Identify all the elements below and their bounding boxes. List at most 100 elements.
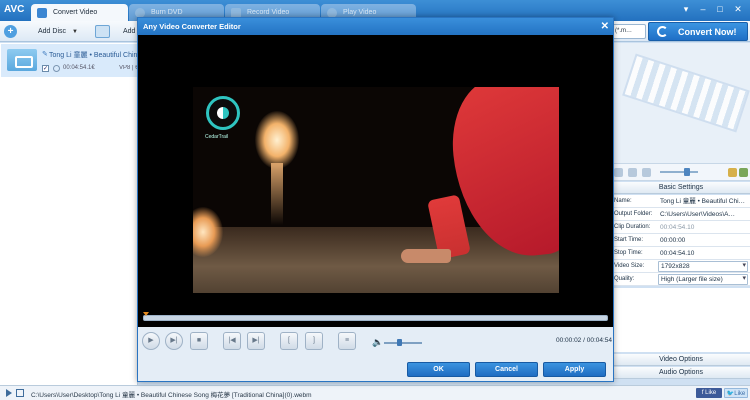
settings-value[interactable]: C:\Users\User\Videos\A… bbox=[658, 208, 748, 221]
seek-marker[interactable] bbox=[143, 312, 150, 316]
mark-in-button[interactable]: [ bbox=[280, 332, 298, 350]
chevron-down-icon[interactable]: ▼ bbox=[72, 29, 78, 35]
settings-row[interactable]: Stop Time: 00:04:54.10 bbox=[612, 247, 750, 260]
video-thumbnail bbox=[7, 49, 37, 71]
current-time: 00:00:02 bbox=[556, 337, 582, 344]
settings-value[interactable]: 00:04:54.10 bbox=[658, 221, 748, 234]
channel-logo bbox=[206, 96, 240, 130]
video-preview[interactable]: CedarTrail bbox=[138, 35, 613, 327]
dialog-close-icon[interactable]: ✕ bbox=[601, 18, 609, 35]
clock-icon bbox=[53, 65, 60, 72]
volume-knob[interactable] bbox=[397, 339, 403, 346]
settings-row[interactable]: Video Size: 1792x828 ▾ bbox=[612, 260, 750, 273]
volume-slider[interactable] bbox=[384, 342, 422, 344]
editor-dialog: Any Video Converter Editor ✕ CedarTrail … bbox=[137, 17, 614, 382]
settings-row[interactable]: Output Folder: C:\Users\User\Videos\A… bbox=[612, 208, 750, 221]
ok-button[interactable]: OK bbox=[407, 362, 470, 377]
basic-settings-header[interactable]: Basic Settings bbox=[612, 182, 750, 194]
file-title: Tong Li 童麗 • Beautiful Chinese Song bbox=[49, 52, 137, 59]
settings-value[interactable]: 00:00:00 bbox=[658, 234, 748, 247]
video-frame: CedarTrail bbox=[193, 87, 559, 293]
stop-icon[interactable] bbox=[16, 389, 24, 397]
time-readout: 00:00:02 / 00:04:54 bbox=[556, 337, 612, 344]
menu-dropdown-icon[interactable]: ▾ bbox=[680, 4, 692, 14]
convert-now-label: Convert Now! bbox=[678, 26, 737, 37]
settings-select[interactable]: 1792x828 bbox=[658, 261, 748, 272]
dancer-foot bbox=[401, 249, 451, 263]
add-video-label: Add bbox=[123, 28, 136, 35]
twitter-like-label: Like bbox=[734, 391, 746, 397]
candle-glow bbox=[255, 111, 299, 169]
tab-label: Play Video bbox=[343, 9, 377, 16]
folder-icon[interactable] bbox=[628, 168, 637, 177]
settings-label: Video Size: bbox=[614, 263, 645, 269]
tab-convert-video[interactable]: Convert Video bbox=[31, 4, 128, 21]
settings-label: Start Time: bbox=[614, 237, 644, 243]
file-duration: 00:04:54.1€ bbox=[63, 65, 95, 71]
add-disc-label: Add Disc bbox=[38, 28, 67, 35]
snapshot-icon[interactable] bbox=[614, 168, 623, 177]
tools-icon[interactable] bbox=[739, 168, 748, 177]
settings-row[interactable]: Clip Duration: 00:04:54.10 bbox=[612, 221, 750, 234]
tab-label: Burn DVD bbox=[151, 9, 183, 16]
play-icon bbox=[327, 7, 337, 18]
close-icon[interactable]: ✕ bbox=[732, 4, 744, 14]
seek-bar[interactable] bbox=[143, 315, 608, 321]
channel-watermark: CedarTrail bbox=[205, 134, 229, 140]
mark-out-button[interactable]: ] bbox=[305, 332, 323, 350]
maximize-icon[interactable]: □ bbox=[714, 4, 726, 14]
settings-row[interactable]: Quality: High (Larger file size) ▾ bbox=[612, 273, 750, 286]
cancel-button[interactable]: Cancel bbox=[475, 362, 538, 377]
clip-button[interactable]: ≡ bbox=[338, 332, 356, 350]
chevron-down-icon[interactable]: ▾ bbox=[742, 274, 746, 282]
record-icon bbox=[231, 7, 241, 18]
volume-icon[interactable]: 🔈 bbox=[372, 337, 383, 348]
apply-button[interactable]: Apply bbox=[543, 362, 606, 377]
edit-icon[interactable]: ✎ bbox=[42, 50, 48, 58]
settings-label: Clip Duration: bbox=[614, 224, 651, 230]
list-item[interactable]: ✎ Tong Li 童麗 • Beautiful Chinese Song ✓ … bbox=[1, 44, 138, 77]
settings-label: Name: bbox=[614, 198, 632, 204]
audio-options-header[interactable]: Audio Options bbox=[612, 367, 750, 379]
settings-row[interactable]: Start Time: 00:00:00 bbox=[612, 234, 750, 247]
file-checkbox[interactable]: ✓ bbox=[42, 65, 49, 72]
settings-icon[interactable] bbox=[728, 168, 737, 177]
add-disc-button[interactable]: + Add Disc ▼ bbox=[4, 23, 78, 40]
preview-panel bbox=[612, 43, 750, 163]
settings-label: Quality: bbox=[614, 276, 635, 282]
play-button[interactable]: ▶ bbox=[142, 332, 160, 350]
preview-volume-knob[interactable] bbox=[684, 168, 690, 176]
status-bar: C:\Users\User\Desktop\Tong Li 童麗 • Beaut… bbox=[0, 385, 750, 400]
stop-icon[interactable] bbox=[642, 168, 651, 177]
facebook-like-button[interactable]: f Like bbox=[696, 388, 722, 398]
file-list: ✎ Tong Li 童麗 • Beautiful Chinese Song ✓ … bbox=[0, 43, 138, 385]
play-step-button[interactable]: ▶| bbox=[165, 332, 183, 350]
minimize-icon[interactable]: – bbox=[697, 4, 709, 14]
preview-volume-track[interactable] bbox=[660, 171, 698, 173]
settings-select[interactable]: High (Larger file size) bbox=[658, 274, 748, 285]
output-profile-select[interactable]: (*.m… bbox=[612, 24, 646, 39]
add-video-icon bbox=[95, 25, 110, 38]
candle-stem bbox=[271, 163, 283, 225]
twitter-like-button[interactable]: 🐦Like bbox=[724, 388, 748, 398]
dialog-title: Any Video Converter Editor bbox=[143, 22, 241, 31]
settings-label: Stop Time: bbox=[614, 250, 643, 256]
stop-button[interactable]: ■ bbox=[190, 332, 208, 350]
settings-value[interactable]: 00:04:54.10 bbox=[658, 247, 748, 260]
add-icon: + bbox=[4, 25, 17, 38]
settings-value[interactable]: Tong Li 童麗 • Beautiful Chi… bbox=[658, 195, 748, 208]
dialog-title-bar[interactable]: Any Video Converter Editor ✕ bbox=[138, 18, 613, 35]
chevron-down-icon[interactable]: ▾ bbox=[742, 261, 746, 269]
settings-label: Output Folder: bbox=[614, 211, 653, 217]
add-video-button[interactable]: Add bbox=[95, 23, 135, 40]
video-options-header[interactable]: Video Options bbox=[612, 354, 750, 366]
previous-frame-button[interactable]: |◀ bbox=[223, 332, 241, 350]
play-icon[interactable] bbox=[5, 389, 13, 397]
tab-label: Convert Video bbox=[53, 9, 98, 16]
settings-row[interactable]: Name: Tong Li 童麗 • Beautiful Chi… bbox=[612, 195, 750, 208]
settings-empty-area bbox=[612, 288, 750, 352]
convert-now-button[interactable]: Convert Now! bbox=[648, 22, 748, 41]
convert-icon bbox=[657, 26, 668, 37]
file-codec: VP8 | 640x480 bbox=[119, 65, 138, 71]
next-frame-button[interactable]: ▶| bbox=[247, 332, 265, 350]
